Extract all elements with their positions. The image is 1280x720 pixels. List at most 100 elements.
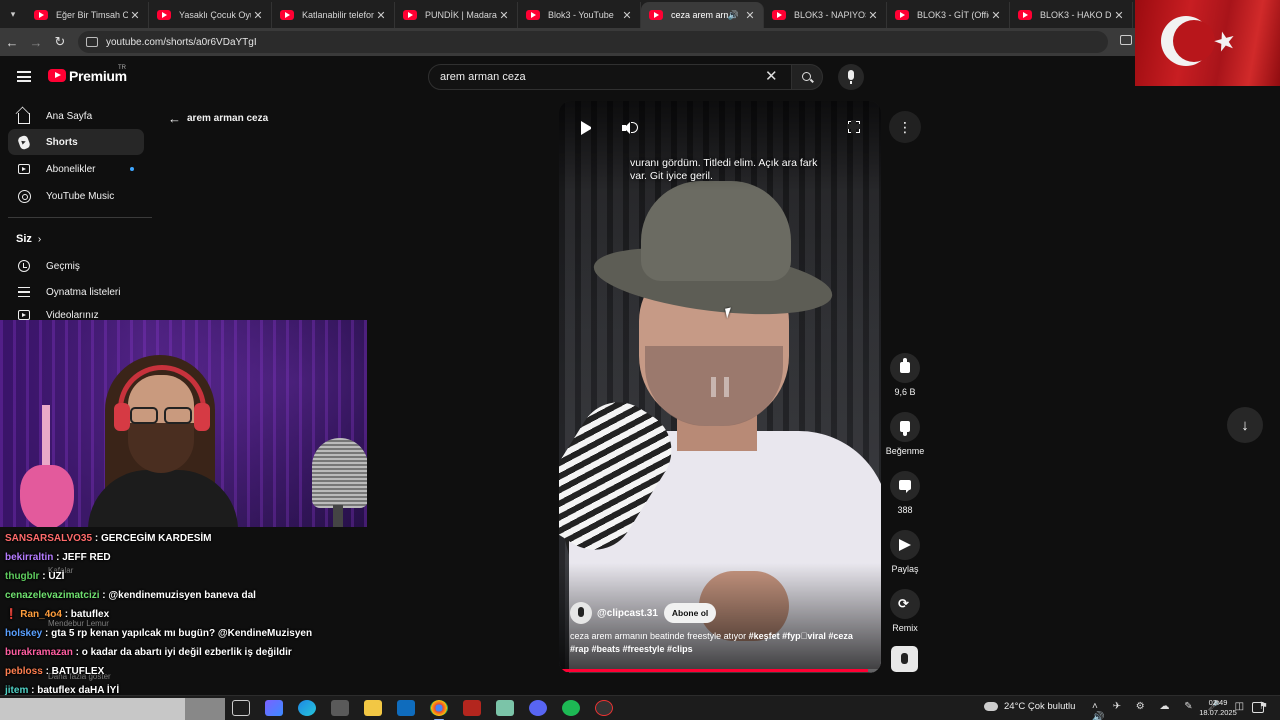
tab-search-icon[interactable]: ▾: [0, 0, 26, 28]
url-field[interactable]: youtube.com/shorts/a0r6VDaYTgI: [78, 31, 1108, 53]
chat-message: pebloss : BATUFLEX: [5, 666, 104, 677]
sound-thumbnail[interactable]: [891, 646, 918, 672]
video-progress-bar[interactable]: [559, 669, 881, 672]
remix-action[interactable]: ⟳ Remix: [885, 589, 925, 633]
chat-message: ❗ Ran_4o4 : batuflex: [5, 609, 109, 620]
close-tab-icon[interactable]: ✕: [251, 9, 265, 22]
notifications-icon[interactable]: [1252, 702, 1264, 713]
task-view-icon[interactable]: [232, 700, 250, 716]
subscribe-button[interactable]: Abone ol: [663, 603, 717, 623]
chat-text: : BATUFLEX: [42, 666, 105, 677]
browser-tab[interactable]: BLOK3 - NAPIYOSUN✕: [764, 2, 887, 28]
reload-icon[interactable]: ↻: [48, 28, 72, 56]
file-explorer-icon[interactable]: [364, 700, 382, 716]
thumbs-down-icon: [900, 421, 910, 436]
close-tab-icon[interactable]: ✕: [1112, 9, 1126, 22]
sidebar-item-history[interactable]: Geçmiş: [8, 253, 144, 279]
comments-action[interactable]: 388: [885, 471, 925, 515]
browser-tab[interactable]: Katlanabilir telefonlar✕: [272, 2, 395, 28]
youtube-favicon-icon: [280, 10, 294, 20]
share-button[interactable]: [890, 530, 920, 560]
cloud-icon: [982, 699, 998, 711]
dislike-button[interactable]: [890, 412, 920, 442]
edge-icon[interactable]: [298, 700, 316, 716]
search-button[interactable]: [791, 64, 823, 90]
next-short-button[interactable]: ↓: [1227, 407, 1263, 443]
forward-arrow-icon[interactable]: →: [24, 28, 48, 56]
obs-icon[interactable]: [595, 700, 613, 716]
back-to-search[interactable]: ← arem arman ceza: [168, 111, 268, 126]
search-box[interactable]: ✕: [428, 64, 792, 90]
remix-button[interactable]: ⟳: [890, 589, 920, 619]
chat-message: cenazelevazimatcizi : @kendinemuzisyen b…: [5, 590, 256, 601]
fullscreen-icon[interactable]: [847, 120, 860, 133]
browser-tab-active[interactable]: ceza arem arman🔊✕: [641, 2, 764, 28]
close-tab-icon[interactable]: ✕: [866, 9, 880, 22]
country-code: TR: [118, 65, 126, 71]
clear-search-icon[interactable]: ✕: [765, 67, 778, 85]
voice-search-button[interactable]: [838, 64, 864, 90]
discord-icon[interactable]: [529, 700, 547, 716]
comment-count: 388: [897, 505, 913, 515]
youtube-favicon-icon: [772, 10, 786, 20]
clock[interactable]: 02:49 18.07.2025: [1198, 698, 1238, 718]
dislike-label: Beğenme: [885, 446, 925, 456]
menu-icon[interactable]: [17, 71, 31, 82]
browser-tab[interactable]: Eğer Bir Timsah Olara✕: [26, 2, 149, 28]
sidebar-item-playlists[interactable]: Oynatma listeleri: [8, 279, 144, 305]
spotify-icon[interactable]: [562, 700, 580, 716]
share-action[interactable]: Paylaş: [885, 530, 925, 574]
channel-avatar[interactable]: [570, 602, 592, 624]
shorts-player[interactable]: vuranı gördüm. Titledi elim. Açık ara fa…: [559, 101, 881, 673]
studio-microphone-image: [312, 438, 367, 508]
sidebar-item-shorts[interactable]: Shorts: [8, 129, 144, 155]
chat-username: bekirraltin: [5, 552, 54, 563]
close-tab-icon[interactable]: ✕: [374, 9, 388, 22]
close-tab-icon[interactable]: ✕: [620, 9, 634, 22]
back-arrow-icon[interactable]: ←: [0, 28, 24, 56]
browser-tab[interactable]: BLOK3 - HAKO DİYOR✕: [1010, 2, 1133, 28]
play-icon[interactable]: [581, 121, 593, 135]
remix-icon: ⟳: [898, 596, 909, 611]
chat-message: thugbIr : UZİ: [5, 571, 64, 582]
browser-tab[interactable]: BLOK3 - GİT (Official✕: [887, 2, 1010, 28]
sidebar-item-youtube-music[interactable]: YouTube Music: [8, 183, 144, 209]
chrome-icon[interactable]: [430, 700, 448, 720]
search-input[interactable]: [440, 71, 760, 83]
browser-tab[interactable]: PUNDİK | Madara Olu✕: [395, 2, 518, 28]
more-options-button[interactable]: ⋮: [889, 111, 921, 143]
close-tab-icon[interactable]: ✕: [128, 9, 142, 22]
close-tab-icon[interactable]: ✕: [497, 9, 511, 22]
weather-widget[interactable]: 24°C Çok bulutlu: [982, 699, 1075, 712]
sidebar-item-subscriptions[interactable]: Abonelikler: [8, 156, 144, 182]
audio-playing-icon[interactable]: 🔊: [728, 10, 739, 21]
youtube-logo-icon[interactable]: [48, 69, 66, 82]
sidebar-item-home[interactable]: Ana Sayfa: [8, 103, 144, 129]
back-arrow-icon: ←: [168, 111, 181, 126]
close-tab-icon[interactable]: ✕: [743, 9, 757, 22]
notepad-icon[interactable]: [496, 700, 514, 716]
like-button[interactable]: [890, 353, 920, 383]
comment-icon: [899, 480, 911, 493]
comments-button[interactable]: [890, 471, 920, 501]
site-info-icon[interactable]: [86, 37, 98, 47]
channel-name[interactable]: @clipcast.31: [597, 608, 658, 619]
video-frame-hat: [590, 181, 836, 326]
chat-text: : gta 5 rp kenan yapılcak mı bugün? @Ken…: [42, 628, 313, 639]
streamer-image: [70, 345, 250, 527]
browser-tab[interactable]: Blok3 - YouTube ✕: [518, 2, 641, 28]
cast-icon[interactable]: [1120, 35, 1132, 45]
store-icon[interactable]: [331, 700, 349, 716]
chat-username: burakramazan: [5, 647, 73, 658]
close-tab-icon[interactable]: ✕: [989, 9, 1003, 22]
outlook-icon[interactable]: [397, 700, 415, 716]
sidebar-heading-you[interactable]: Siz ›: [16, 233, 41, 245]
dislike-action[interactable]: Beğenme: [885, 412, 925, 456]
chat-text: : o kadar da abartı iyi değil ezberlik i…: [72, 647, 292, 658]
video-caption: ceza arem armanın beatinde freestyle atı…: [570, 631, 853, 654]
youtube-music-icon: [17, 189, 31, 203]
voicemeeter-icon[interactable]: [463, 700, 481, 716]
browser-tab[interactable]: Yasaklı Çocuk Oyunca✕: [149, 2, 272, 28]
copilot-icon[interactable]: [265, 700, 283, 716]
like-action[interactable]: 9,6 B: [885, 353, 925, 397]
